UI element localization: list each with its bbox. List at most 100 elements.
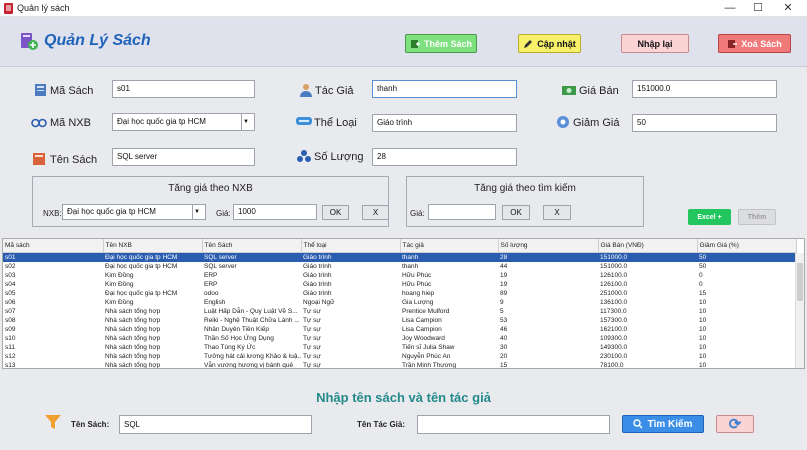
- table-cell: 151000.0: [598, 252, 697, 262]
- add-book-button[interactable]: Thêm Sách: [405, 34, 477, 53]
- table-cell: Lisa Campion: [402, 316, 442, 324]
- column-header[interactable]: Thể loại: [301, 239, 401, 253]
- table-row[interactable]: s06 Kim Đồng English Ngoại Ngữ Gia Lượng 9 136…: [3, 298, 796, 307]
- maximize-button[interactable]: ☐: [748, 1, 768, 15]
- table-cell: 10: [699, 316, 707, 324]
- panel-publisher-select[interactable]: Đại học quốc gia tp HCM ▼: [62, 204, 206, 220]
- table-cell: Kim Đồng: [105, 271, 134, 279]
- table-cell: Tự sự: [303, 361, 321, 369]
- table-cell: English: [204, 298, 226, 306]
- filter-icon: [44, 413, 62, 431]
- table-cell: Tự sự: [303, 325, 321, 333]
- search-panel-cancel-button[interactable]: X: [543, 205, 571, 220]
- discount-field[interactable]: 50: [632, 114, 777, 132]
- search-title-field[interactable]: SQL: [119, 415, 312, 434]
- search-panel-price-field[interactable]: [428, 204, 496, 220]
- table-cell: 28: [498, 252, 598, 262]
- table-cell: Nhà sách tổng hợp: [105, 361, 161, 369]
- table-cell: 10: [699, 325, 707, 333]
- book-title-field[interactable]: SQL server: [112, 148, 255, 166]
- author-field[interactable]: thanh: [372, 80, 517, 98]
- table-cell: 136100.0: [600, 298, 628, 306]
- category-field[interactable]: Giáo trình: [372, 114, 517, 132]
- book-id-field[interactable]: s01: [112, 80, 255, 98]
- table-cell: Nhà sách tổng hợp: [105, 325, 161, 333]
- column-header[interactable]: Giá Bán (VNĐ): [598, 239, 698, 253]
- table-row[interactable]: s03 Kim Đồng ERP Giáo trình Hữu Phúc 19 126100…: [3, 271, 796, 280]
- books-table[interactable]: Mã sách Tên NXB Tên Sách Thể loại Tác giả Số …: [2, 238, 805, 369]
- table-row[interactable]: s04 Kim Đồng ERP Giáo trình Hữu Phúc 19 126100…: [3, 280, 796, 289]
- table-cell: Giáo trình: [301, 252, 400, 262]
- table-cell: 40: [500, 334, 508, 342]
- update-button[interactable]: Cập nhật: [518, 34, 581, 53]
- table-scrollbar[interactable]: [795, 253, 804, 368]
- table-body: s01 Đại học quốc gia tp HCM SQL server Giáo…: [3, 252, 796, 369]
- reset-button[interactable]: Nhập lại: [621, 34, 689, 53]
- minimize-button[interactable]: —: [720, 1, 740, 15]
- table-cell: Vẫn vương hương vị bánh quê: [204, 361, 294, 369]
- panel-price-field[interactable]: 1000: [233, 204, 317, 220]
- table-cell: 50: [699, 262, 707, 270]
- table-cell: 44: [500, 262, 508, 270]
- search-panel-ok-button[interactable]: OK: [502, 205, 530, 220]
- publisher-select[interactable]: Đại học quốc gia tp HCM ▼: [112, 113, 255, 131]
- book-add-icon: [19, 31, 39, 51]
- update-label: Cập nhật: [537, 38, 576, 49]
- table-row[interactable]: s09 Nhà sách tổng hợp Nhân Duyên Tiền Kiếp…: [3, 325, 796, 334]
- table-cell: 0: [699, 271, 703, 279]
- books-table-grid: Mã sách Tên NXB Tên Sách Thể loại Tác giả Số …: [3, 239, 797, 369]
- export-excel-button[interactable]: Excel +: [688, 209, 731, 225]
- search-heading: Nhập tên sách và tên tác giả: [316, 390, 491, 405]
- add-book-label: Thêm Sách: [423, 38, 472, 49]
- table-cell: Tự sự: [303, 352, 321, 360]
- import-button[interactable]: Thêm: [738, 209, 776, 225]
- table-row[interactable]: s01 Đại học quốc gia tp HCM SQL server Giáo…: [3, 252, 796, 262]
- table-cell: 20: [500, 352, 508, 360]
- search-panel-price-label: Giá:: [410, 209, 425, 218]
- search-title-label: Tên Sách:: [71, 420, 110, 429]
- panel-publisher-ok-button[interactable]: OK: [322, 205, 349, 220]
- book-id-label: Mã Sách: [50, 85, 94, 97]
- table-cell: Joy Woodward: [402, 334, 445, 342]
- delete-book-label: Xoá Sách: [741, 38, 782, 49]
- table-row[interactable]: s08 Nhà sách tổng hợp Reiki - Nghệ Thuật C…: [3, 316, 796, 325]
- table-cell: SQL server: [204, 262, 237, 270]
- table-cell: 10: [699, 361, 707, 369]
- table-cell: Reiki - Nghệ Thuật Chữa Lành ...: [204, 316, 300, 324]
- column-header[interactable]: Mã sách: [3, 239, 104, 253]
- table-row[interactable]: s10 Nhà sách tổng hợp Thần Số Học Ứng Dụng…: [3, 334, 796, 343]
- panel-price-label: Giá:: [216, 209, 231, 218]
- column-header[interactable]: Tên NXB: [103, 239, 203, 253]
- table-cell: 15: [699, 289, 707, 297]
- table-row[interactable]: s12 Nhà sách tổng hợp Tưởng hát cải lương …: [3, 352, 796, 361]
- table-cell: Hữu Phúc: [402, 271, 432, 279]
- reset-label: Nhập lại: [637, 38, 673, 49]
- table-cell: Trần Minh Thương: [402, 361, 457, 369]
- table-cell: s05: [5, 289, 16, 297]
- price-field[interactable]: 151000.0: [632, 80, 777, 98]
- increase-by-search-title: Tăng giá theo tìm kiếm: [474, 183, 576, 194]
- table-cell: 50: [697, 252, 796, 262]
- refresh-button[interactable]: ⟳: [716, 415, 754, 433]
- close-window-button[interactable]: ✕: [778, 1, 798, 15]
- category-icon: [296, 115, 312, 129]
- table-cell: 9: [500, 298, 504, 306]
- column-header[interactable]: Số lượng: [498, 239, 599, 253]
- table-cell: Lisa Campion: [402, 325, 442, 333]
- column-header[interactable]: Tên Sách: [202, 239, 302, 253]
- table-scroll-thumb[interactable]: [797, 263, 803, 301]
- table-row[interactable]: s05 Đại học quốc gia tp HCM odoo Giáo trình…: [3, 289, 796, 298]
- column-header[interactable]: Giảm Giá (%): [697, 239, 797, 253]
- table-cell: s06: [5, 298, 16, 306]
- table-row[interactable]: s11 Nhà sách tổng hợp Thao Túng Ký Ức Tự sự…: [3, 343, 796, 352]
- search-author-field[interactable]: [417, 415, 610, 434]
- quantity-field[interactable]: 28: [372, 148, 517, 166]
- delete-book-button[interactable]: Xoá Sách: [718, 34, 791, 53]
- search-button[interactable]: Tìm Kiếm: [622, 415, 704, 433]
- panel-publisher-cancel-button[interactable]: X: [362, 205, 389, 220]
- table-cell: odoo: [204, 289, 219, 297]
- table-row[interactable]: s02 Đại học quốc gia tp HCM SQL server Giáo…: [3, 262, 796, 271]
- table-row[interactable]: s07 Nhà sách tổng hợp Luật Hấp Dẫn - Quy L…: [3, 307, 796, 316]
- table-row[interactable]: s13 Nhà sách tổng hợp Vẫn vương hương vị b…: [3, 361, 796, 369]
- column-header[interactable]: Tác giả: [400, 239, 499, 253]
